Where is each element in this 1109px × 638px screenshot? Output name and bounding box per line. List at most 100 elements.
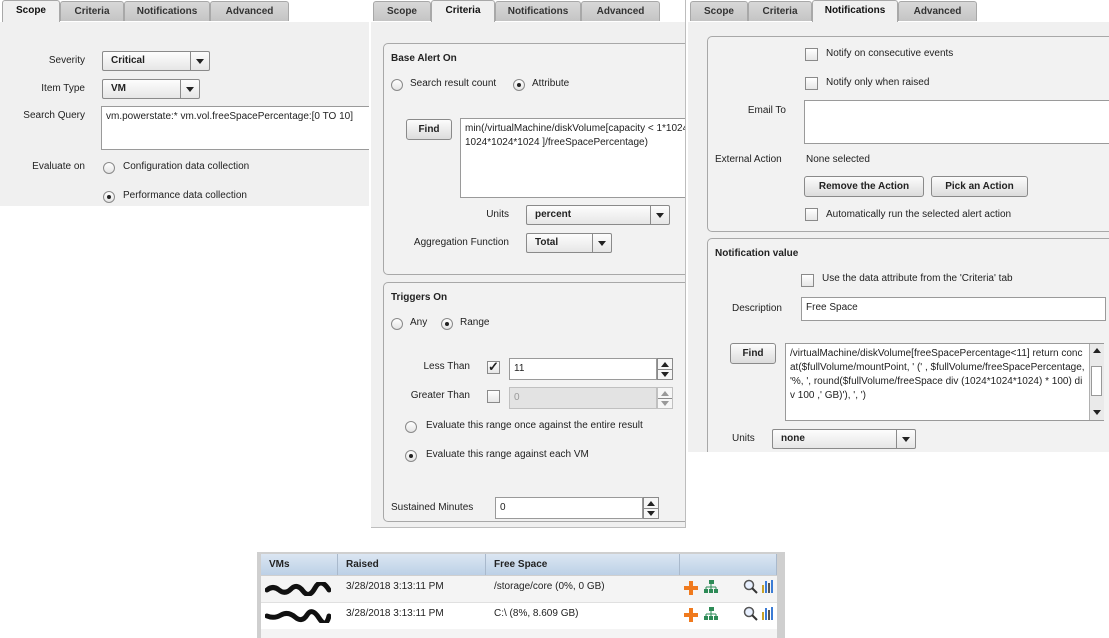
free-space-cell: C:\ (8%, 8.609 GB) — [494, 608, 579, 619]
radio-attribute[interactable] — [513, 79, 525, 91]
vm-name-cell[interactable] — [261, 603, 338, 629]
table-row[interactable]: 3/28/2018 3:13:11 PM C:\ (8%, 8.609 GB) — [261, 603, 777, 629]
units-select[interactable]: none — [772, 429, 916, 449]
chart-icon[interactable] — [761, 579, 775, 593]
radio-configuration-collection[interactable] — [103, 162, 115, 174]
tab-advanced[interactable]: Advanced — [210, 1, 289, 21]
pick-action-button[interactable]: Pick an Action — [931, 176, 1028, 197]
tab-advanced[interactable]: Advanced — [581, 1, 660, 21]
vm-name-cell[interactable] — [261, 576, 338, 602]
auto-run-checkbox[interactable] — [805, 208, 818, 221]
tab-criteria[interactable]: Criteria — [748, 1, 812, 21]
decrement-icon — [658, 398, 672, 409]
sustained-minutes-input[interactable]: 0 — [495, 497, 643, 519]
aggregation-label: Aggregation Function — [413, 237, 509, 248]
auto-run-label: Automatically run the selected alert act… — [826, 209, 1012, 220]
remove-action-button[interactable]: Remove the Action — [804, 176, 924, 197]
aggregation-value: Total — [535, 237, 559, 248]
external-action-value: None selected — [806, 154, 870, 165]
email-to-label: Email To — [747, 105, 786, 116]
less-than-input[interactable]: 11 — [509, 358, 657, 380]
description-label: Description — [731, 303, 782, 314]
severity-select[interactable]: Critical — [102, 51, 210, 71]
column-header-vms[interactable]: VMs — [261, 554, 338, 575]
search-query-input[interactable]: vm.powerstate:* vm.vol.freeSpacePercenta… — [101, 106, 369, 150]
radio-evaluate-once[interactable] — [405, 421, 417, 433]
alerts-grid: VMs Raised Free Space 3/28/2018 3:13:11 … — [257, 552, 785, 638]
raised-cell: 3/28/2018 3:13:11 PM — [346, 581, 444, 592]
column-header-raised[interactable]: Raised — [338, 554, 486, 575]
any-label: Any — [410, 317, 428, 328]
tab-criteria[interactable]: Criteria — [431, 0, 495, 22]
radio-search-result-count[interactable] — [391, 79, 403, 91]
chevron-down-icon — [896, 430, 915, 448]
notifications-tabbar: Scope Criteria Notifications Advanced — [688, 0, 1109, 22]
description-input[interactable]: Free Space — [801, 297, 1106, 321]
tab-notifications[interactable]: Notifications — [124, 1, 210, 21]
tab-notifications[interactable]: Notifications — [812, 0, 898, 22]
greater-than-checkbox[interactable] — [487, 390, 500, 403]
chevron-down-icon — [190, 52, 209, 70]
table-row[interactable]: 3/28/2018 3:13:11 PM /storage/core (0%, … — [261, 576, 777, 603]
find-button[interactable]: Find — [730, 343, 776, 364]
consecutive-events-checkbox[interactable] — [805, 48, 818, 61]
decrement-icon[interactable] — [658, 369, 672, 380]
topology-icon[interactable] — [703, 607, 719, 621]
base-alert-group: Base Alert On Search result count Attrib… — [383, 43, 685, 275]
greater-than-label: Greater Than — [410, 390, 470, 401]
scope-tabbar: Scope Criteria Notifications Advanced — [0, 0, 369, 22]
severity-label: Severity — [48, 55, 85, 66]
consecutive-events-label: Notify on consecutive events — [826, 48, 954, 59]
evaluate-on-label: Evaluate on — [32, 161, 85, 172]
tab-scope[interactable]: Scope — [690, 1, 748, 21]
less-than-stepper[interactable] — [657, 358, 673, 380]
scroll-up-icon[interactable] — [1093, 348, 1101, 353]
radio-evaluate-each-vm[interactable] — [405, 450, 417, 462]
email-to-input[interactable] — [804, 100, 1109, 144]
column-header-free-space[interactable]: Free Space — [486, 554, 680, 575]
topology-icon[interactable] — [703, 580, 719, 594]
chevron-down-icon — [180, 80, 199, 98]
radio-any[interactable] — [391, 318, 403, 330]
only-raised-checkbox[interactable] — [805, 77, 818, 90]
sustained-minutes-stepper[interactable] — [643, 497, 659, 519]
tab-advanced[interactable]: Advanced — [898, 1, 977, 21]
tab-scope[interactable]: Scope — [2, 0, 60, 22]
aggregation-select[interactable]: Total — [526, 233, 612, 253]
notification-expression-input[interactable]: /virtualMachine/diskVolume[freeSpacePerc… — [785, 343, 1104, 421]
search-icon[interactable] — [743, 606, 759, 622]
find-button[interactable]: Find — [406, 119, 452, 140]
item-type-label: Item Type — [41, 83, 85, 94]
triggers-title: Triggers On — [391, 292, 448, 303]
less-than-checkbox[interactable]: ✓ — [487, 360, 500, 374]
decrement-icon[interactable] — [644, 508, 658, 519]
scroll-thumb[interactable] — [1091, 366, 1102, 396]
radio-range[interactable] — [441, 318, 453, 330]
tab-scope[interactable]: Scope — [373, 1, 431, 21]
radio-performance-collection[interactable] — [103, 191, 115, 203]
performance-collection-label: Performance data collection — [123, 190, 247, 201]
greater-than-stepper — [657, 387, 673, 409]
column-header-actions — [680, 554, 777, 575]
evaluate-once-label: Evaluate this range once against the ent… — [426, 420, 643, 431]
tab-criteria[interactable]: Criteria — [60, 1, 124, 21]
redacted-vm-name — [265, 582, 331, 596]
add-icon[interactable] — [684, 608, 698, 622]
free-space-cell: /storage/core (0%, 0 GB) — [494, 581, 605, 592]
search-query-label: Search Query — [23, 110, 85, 121]
units-value: none — [781, 433, 805, 444]
units-select[interactable]: percent — [526, 205, 670, 225]
use-criteria-checkbox[interactable] — [801, 274, 814, 287]
tab-notifications[interactable]: Notifications — [495, 1, 581, 21]
increment-icon[interactable] — [658, 359, 672, 369]
search-icon[interactable] — [743, 579, 759, 595]
expression-scrollbar[interactable] — [1089, 344, 1104, 420]
severity-value: Critical — [111, 55, 145, 66]
scroll-down-icon[interactable] — [1093, 410, 1101, 415]
increment-icon[interactable] — [644, 498, 658, 508]
find-expression-input[interactable]: min(/virtualMachine/diskVolume[capacity … — [460, 118, 685, 198]
base-alert-title: Base Alert On — [391, 53, 457, 64]
add-icon[interactable] — [684, 581, 698, 595]
chart-icon[interactable] — [761, 606, 775, 620]
item-type-select[interactable]: VM — [102, 79, 200, 99]
